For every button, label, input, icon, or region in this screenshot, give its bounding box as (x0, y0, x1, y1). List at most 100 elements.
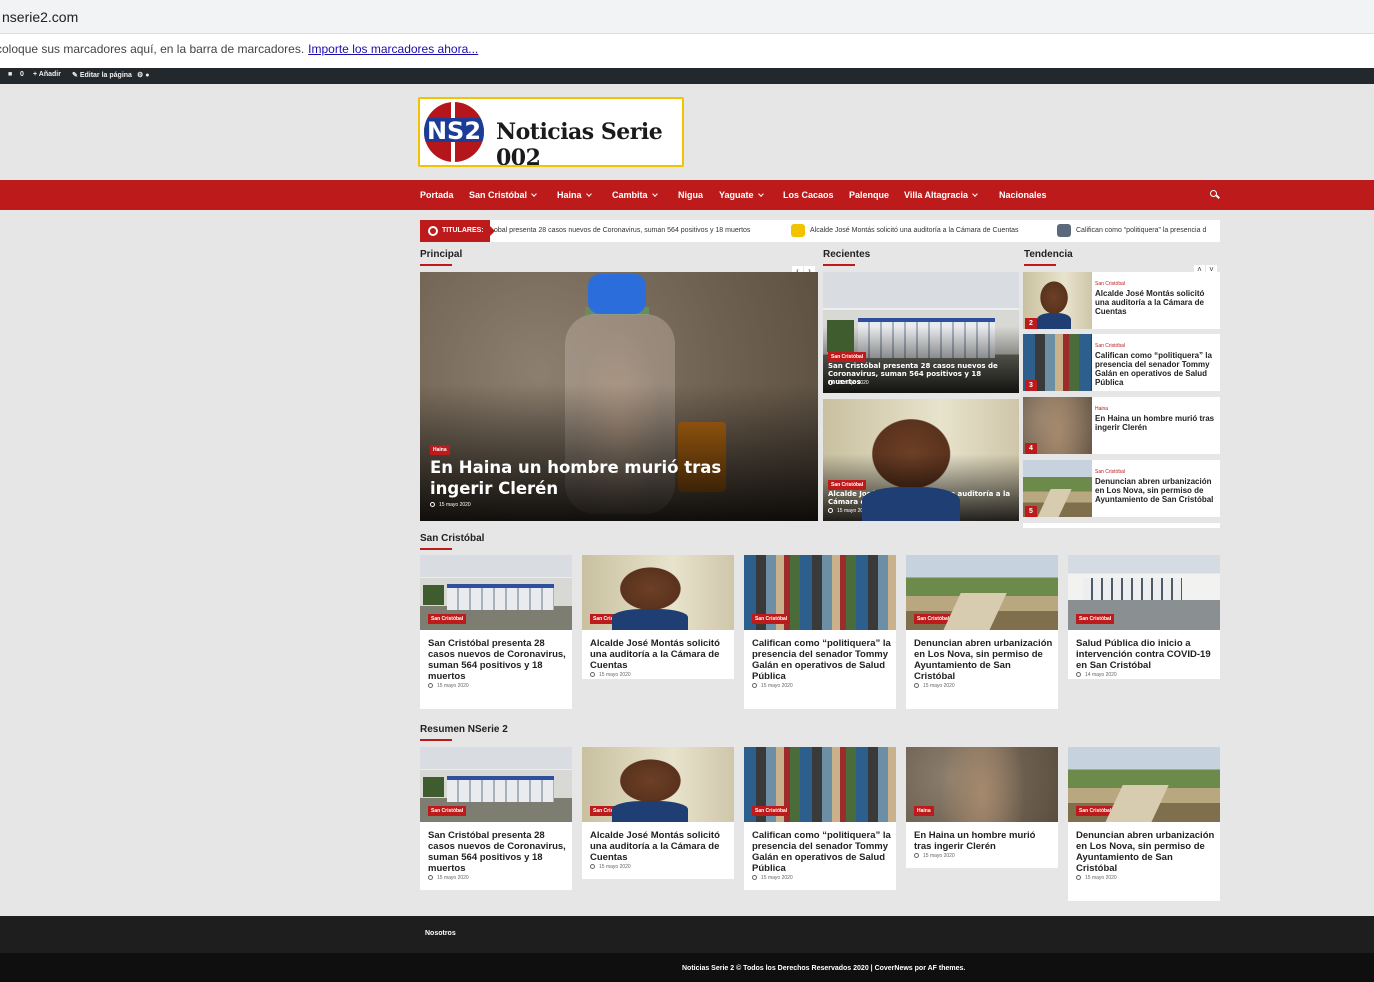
category-badge[interactable]: San Cristóbal (1076, 806, 1115, 816)
address-bar[interactable]: nserie2.com (0, 0, 1374, 34)
trending-item[interactable]: 3 San Cristóbal Califican como “politiquer… (1023, 334, 1220, 391)
nav-item[interactable]: Cambita (612, 190, 658, 200)
main-nav: Portada San Cristóbal Haina Cambita Nigua Yag… (0, 180, 1374, 210)
trending-item[interactable]: 4 Haina En Haina un hombre murió tras inge… (1023, 397, 1220, 454)
news-card[interactable]: San Cristóbal Califican como “politiquera… (744, 747, 896, 890)
ticker-item[interactable]: Califican como “politiquera” la presenci… (1076, 227, 1206, 234)
trending-category[interactable]: San Cristóbal (1095, 469, 1125, 475)
main-story-title[interactable]: En Haina un hombre murió tras ingerir Cl… (430, 457, 770, 499)
add-new-button[interactable]: + Añadir (33, 71, 61, 78)
clock-icon (1076, 672, 1081, 677)
card-image[interactable]: San Cristóbal (1068, 555, 1220, 630)
section-title-recientes: Recientes (823, 249, 871, 266)
card-title[interactable]: Alcalde José Montás solicitó una auditor… (590, 830, 730, 863)
trending-title[interactable]: Alcalde José Montás solicitó una auditor… (1095, 289, 1217, 316)
clock-icon (590, 864, 595, 869)
trending-title[interactable]: Denuncian abren urbanización en Los Nova… (1095, 477, 1217, 504)
category-badge[interactable]: San Cristóbal (752, 806, 791, 816)
edit-page-button[interactable]: ✎ Editar la página (72, 71, 132, 79)
trending-thumb[interactable]: 5 (1023, 460, 1092, 517)
card-title[interactable]: San Cristóbal presenta 28 casos nuevos d… (428, 830, 568, 874)
nav-item[interactable]: Palenque (849, 190, 889, 200)
card-image[interactable]: San Cristóbal (744, 747, 896, 822)
card-image[interactable]: San Cristóbal (1068, 747, 1220, 822)
news-card[interactable]: San Cristóbal Califican como “politiquera… (744, 555, 896, 709)
card-image[interactable]: San Cristóbal (582, 747, 734, 822)
category-badge[interactable]: San Cristóbal (752, 614, 791, 624)
card-title[interactable]: Califican como “politiquera” la presenci… (752, 830, 892, 874)
card-title[interactable]: Alcalde José Montás solicitó una auditor… (590, 638, 730, 671)
news-card[interactable]: San Cristóbal Salud Pública dio inicio a … (1068, 555, 1220, 679)
card-title[interactable]: Denuncian abren urbanización en Los Nova… (1076, 830, 1216, 874)
category-badge[interactable]: Haina (914, 806, 934, 816)
card-image[interactable]: Haina (906, 747, 1058, 822)
card-image[interactable]: San Cristóbal (582, 555, 734, 630)
nav-item[interactable]: Nacionales (999, 190, 1047, 200)
main-story[interactable]: Haina En Haina un hombre murió tras inge… (420, 272, 818, 521)
section-title-san-cristobal: San Cristóbal (420, 533, 485, 550)
ticker-item[interactable]: obal presenta 28 casos nuevos de Coronav… (494, 227, 750, 234)
category-badge[interactable]: San Cristóbal (428, 806, 467, 816)
news-card[interactable]: San Cristóbal Denuncian abren urbanizació… (1068, 747, 1220, 901)
import-bookmarks-link[interactable]: Importe los marcadores ahora... (308, 42, 478, 56)
category-badge[interactable]: San Cristóbal (828, 352, 867, 362)
card-date: 15 mayo 2020 (590, 864, 631, 870)
trending-item[interactable]: 5 San Cristóbal Denuncian abren urbanizaci… (1023, 460, 1220, 517)
clock-icon (428, 683, 433, 688)
trending-item[interactable]: 2 San Cristóbal Alcalde José Montás solici… (1023, 272, 1220, 329)
trending-category[interactable]: Haina (1095, 406, 1108, 412)
nav-item[interactable]: Los Cacaos (783, 190, 834, 200)
trending-thumb[interactable]: 2 (1023, 272, 1092, 329)
recent-story-title[interactable]: Alcalde José Montás solicitó una auditor… (828, 490, 1016, 506)
nav-item[interactable]: Villa Altagracia (904, 190, 978, 200)
trending-thumb[interactable]: 4 (1023, 397, 1092, 454)
chevron-down-icon (585, 191, 592, 197)
search-icon[interactable] (1210, 190, 1217, 197)
footer-link-nosotros[interactable]: Nosotros (425, 930, 456, 937)
comments-icon[interactable]: ■ (8, 71, 12, 78)
category-badge[interactable]: San Cristóbal (914, 614, 953, 624)
card-title[interactable]: San Cristóbal presenta 28 casos nuevos d… (428, 638, 568, 682)
news-card[interactable]: Haina En Haina un hombre murió tras inger… (906, 747, 1058, 868)
news-card[interactable]: San Cristóbal San Cristóbal presenta 28 c… (420, 555, 572, 709)
nav-item[interactable]: San Cristóbal (469, 190, 537, 200)
card-image[interactable]: San Cristóbal (744, 555, 896, 630)
ticker-item[interactable]: Alcalde José Montás solicitó una auditor… (810, 227, 1019, 234)
comments-count[interactable]: 0 (20, 71, 24, 78)
nav-item[interactable]: Nigua (678, 190, 703, 200)
trending-category[interactable]: San Cristóbal (1095, 343, 1125, 349)
site-logo[interactable]: NS2 Noticias Serie 002 (418, 97, 684, 167)
recent-story[interactable]: San Cristóbal San Cristóbal presenta 28 … (823, 272, 1019, 393)
trending-category[interactable]: San Cristóbal (1095, 281, 1125, 287)
trending-thumb[interactable]: 3 (1023, 334, 1092, 391)
news-card[interactable]: San Cristóbal Denuncian abren urbanizació… (906, 555, 1058, 709)
card-title[interactable]: Califican como “politiquera” la presenci… (752, 638, 892, 682)
category-badge[interactable]: Haina (430, 445, 450, 455)
news-card[interactable]: San Cristóbal Alcalde José Montás solicit… (582, 555, 734, 679)
card-title[interactable]: En Haina un hombre murió tras ingerir Cl… (914, 830, 1054, 852)
ticker-thumb (791, 224, 805, 237)
clock-icon (1076, 875, 1081, 880)
trending-title[interactable]: En Haina un hombre murió tras ingerir Cl… (1095, 414, 1217, 432)
nav-item[interactable]: Yaguate (719, 190, 764, 200)
clock-icon (914, 683, 919, 688)
category-badge[interactable]: San Cristóbal (590, 806, 629, 816)
card-image[interactable]: San Cristóbal (906, 555, 1058, 630)
news-card[interactable]: San Cristóbal San Cristóbal presenta 28 c… (420, 747, 572, 890)
plugin-icon[interactable]: ⚙ ● (137, 71, 149, 79)
card-title[interactable]: Salud Pública dio inicio a intervención … (1076, 638, 1216, 671)
news-card[interactable]: San Cristóbal Alcalde José Montás solicit… (582, 747, 734, 879)
card-image[interactable]: San Cristóbal (420, 555, 572, 630)
nav-item[interactable]: Portada (420, 190, 454, 200)
section-title-tendencia: Tendencia (1024, 249, 1073, 266)
recent-story[interactable]: San Cristóbal Alcalde José Montás solici… (823, 399, 1019, 521)
category-badge[interactable]: San Cristóbal (428, 614, 467, 624)
category-badge[interactable]: San Cristóbal (828, 480, 867, 490)
category-badge[interactable]: San Cristóbal (1076, 614, 1115, 624)
nav-item[interactable]: Haina (557, 190, 592, 200)
category-badge[interactable]: San Cristóbal (590, 614, 629, 624)
url-text[interactable]: nserie2.com (2, 9, 78, 25)
card-title[interactable]: Denuncian abren urbanización en Los Nova… (914, 638, 1054, 682)
card-image[interactable]: San Cristóbal (420, 747, 572, 822)
trending-title[interactable]: Califican como “politiquera” la presenci… (1095, 351, 1217, 387)
